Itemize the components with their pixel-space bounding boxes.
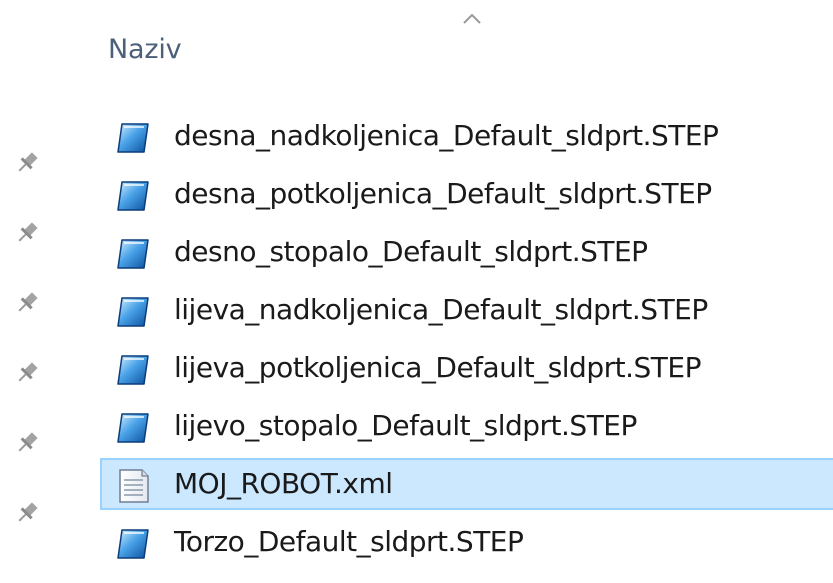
file-name: lijevo_stopalo_Default_sldprt.STEP xyxy=(174,409,637,442)
file-row[interactable]: lijeva_nadkoljenica_Default_sldprt.STEP xyxy=(100,284,833,336)
pin-icon[interactable] xyxy=(12,358,42,388)
file-row[interactable]: Torzo_Default_sldprt.STEP xyxy=(100,516,833,568)
file-row[interactable]: lijevo_stopalo_Default_sldprt.STEP xyxy=(100,400,833,452)
file-list: desna_nadkoljenica_Default_sldprt.STEP d… xyxy=(100,110,833,574)
file-name: Torzo_Default_sldprt.STEP xyxy=(174,525,524,558)
file-explorer-list-view: Naziv desna_nadkoljenica_Default_sldprt.… xyxy=(0,0,833,583)
solidworks-part-icon xyxy=(114,294,152,330)
solidworks-part-icon xyxy=(114,410,152,446)
file-name: desno_stopalo_Default_sldprt.STEP xyxy=(174,235,648,268)
file-name: lijeva_potkoljenica_Default_sldprt.STEP xyxy=(174,351,701,384)
file-name: lijeva_nadkoljenica_Default_sldprt.STEP xyxy=(174,293,708,326)
file-row[interactable]: desno_stopalo_Default_sldprt.STEP xyxy=(100,226,833,278)
file-name: desna_potkoljenica_Default_sldprt.STEP xyxy=(174,177,712,210)
file-name: desna_nadkoljenica_Default_sldprt.STEP xyxy=(174,119,719,152)
file-row[interactable]: desna_potkoljenica_Default_sldprt.STEP xyxy=(100,168,833,220)
pin-icon[interactable] xyxy=(12,148,42,178)
pin-icon[interactable] xyxy=(12,498,42,528)
column-header-name[interactable]: Naziv xyxy=(108,30,182,70)
pin-icon[interactable] xyxy=(12,288,42,318)
solidworks-part-icon xyxy=(114,526,152,562)
file-row[interactable]: lijeva_potkoljenica_Default_sldprt.STEP xyxy=(100,342,833,394)
solidworks-part-icon xyxy=(114,352,152,388)
pin-icon[interactable] xyxy=(12,428,42,458)
pin-icon[interactable] xyxy=(12,218,42,248)
quick-access-pin-column xyxy=(0,0,70,583)
xml-document-icon xyxy=(114,468,152,504)
file-name: MOJ_ROBOT.xml xyxy=(174,467,393,500)
chevron-up-icon[interactable] xyxy=(460,10,484,26)
solidworks-part-icon xyxy=(114,236,152,272)
file-row[interactable]: desna_nadkoljenica_Default_sldprt.STEP xyxy=(100,110,833,162)
solidworks-part-icon xyxy=(114,178,152,214)
solidworks-part-icon xyxy=(114,120,152,156)
file-row-selected[interactable]: MOJ_ROBOT.xml xyxy=(100,458,833,510)
